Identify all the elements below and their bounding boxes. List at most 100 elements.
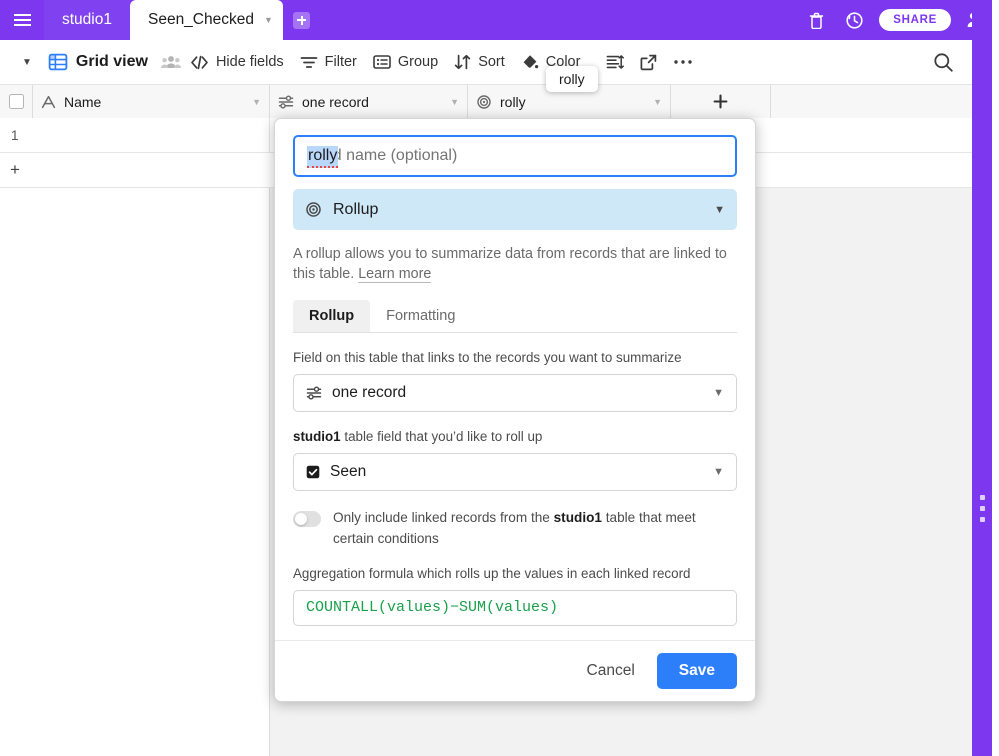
share-button[interactable]: SHARE <box>879 9 951 31</box>
field-name-selected-text: rolly <box>307 146 339 168</box>
toolbar-sort[interactable]: Sort <box>446 50 513 74</box>
grid-left-background <box>0 188 270 756</box>
field-editor-dialog: rolly Rollup ▼ A rollup allows you to su… <box>274 118 756 702</box>
toolbar-label: Group <box>397 54 439 70</box>
right-edge-filler <box>992 0 999 756</box>
toolbar-label: Filter <box>324 54 357 70</box>
toolbar-share-view[interactable] <box>632 50 665 75</box>
rollup-field-value: Seen <box>330 463 367 480</box>
grid-icon <box>48 52 68 72</box>
field-name-tooltip: rolly <box>546 66 598 92</box>
group-icon <box>373 54 391 70</box>
history-icon[interactable] <box>837 0 871 40</box>
rollup-field-icon <box>476 94 492 110</box>
toolbar-more[interactable] <box>665 55 701 69</box>
external-link-icon <box>640 54 657 71</box>
column-header-name[interactable]: Name ▼ <box>33 85 270 118</box>
conditions-text: Only include linked records from the stu… <box>333 507 737 549</box>
search-icon[interactable] <box>933 52 954 73</box>
toolbar-label: Sort <box>478 54 505 70</box>
right-sidebar-strip <box>972 0 992 756</box>
filter-icon <box>300 55 318 70</box>
tab-formatting[interactable]: Formatting <box>370 300 471 332</box>
field-name-input[interactable] <box>293 135 737 177</box>
table-tab-label: Seen_Checked <box>147 11 254 28</box>
sidebar-resize-handle[interactable] <box>973 495 991 522</box>
hide-fields-icon <box>190 55 209 70</box>
toolbar-filter[interactable]: Filter <box>292 50 365 74</box>
rollup-field-label: studio1 table field that you’d like to r… <box>293 428 737 446</box>
dialog-footer: Cancel Save <box>275 640 755 701</box>
field-type-description: A rollup allows you to summarize data fr… <box>293 244 737 284</box>
column-header-label: Name <box>64 93 102 110</box>
view-toolbar: ▼ Grid view Hide fields Filter Group Sor… <box>0 40 972 85</box>
field-name-wrapper: rolly <box>293 135 737 177</box>
chevron-down-icon[interactable]: ▼ <box>653 97 662 107</box>
view-selector[interactable]: Grid view <box>48 52 148 72</box>
rollup-field-icon <box>305 201 322 218</box>
table-tab-label: studio1 <box>62 11 112 28</box>
airtable-app: studio1 Seen_Checked ▼ SHARE ▼ Grid view… <box>0 0 999 756</box>
grid-header-filler <box>771 85 972 118</box>
table-tab-seen-checked[interactable]: Seen_Checked ▼ <box>129 0 283 40</box>
collaborators-icon[interactable] <box>160 54 182 70</box>
link-field-select[interactable]: one record ▼ <box>293 374 737 412</box>
field-type-selector[interactable]: Rollup ▼ <box>293 189 737 230</box>
plus-icon[interactable]: + <box>0 160 33 180</box>
link-field-label: Field on this table that links to the re… <box>293 350 682 365</box>
add-table-button[interactable] <box>283 0 321 40</box>
table-tab-studio1[interactable]: studio1 <box>44 0 130 40</box>
text-field-icon <box>41 95 56 109</box>
cancel-button[interactable]: Cancel <box>575 654 647 688</box>
plus-square-icon <box>293 11 311 29</box>
chevron-down-icon[interactable]: ▼ <box>713 466 724 478</box>
row-number: 1 <box>11 128 19 143</box>
save-button[interactable]: Save <box>656 653 737 689</box>
grid-header-row: Name ▼ one record ▼ rolly ▼ <box>0 85 972 118</box>
formula-input[interactable]: COUNTALL(values)−SUM(values) <box>293 590 737 626</box>
view-name: Grid view <box>75 53 148 70</box>
conditions-toggle[interactable] <box>293 511 321 527</box>
row-height-icon <box>606 54 625 70</box>
checkbox-icon <box>8 94 24 109</box>
column-header-label: rolly <box>500 93 526 110</box>
color-icon <box>521 54 539 71</box>
column-header-one-record[interactable]: one record ▼ <box>270 85 468 118</box>
dialog-tabs: Rollup Formatting <box>293 300 737 333</box>
checkbox-field-icon <box>306 465 320 479</box>
rollup-field-select[interactable]: Seen ▼ <box>293 453 737 491</box>
plus-icon <box>713 94 728 109</box>
chevron-down-icon[interactable]: ▼ <box>252 97 261 107</box>
conditions-text-before: Only include linked records from the <box>333 510 554 525</box>
rollup-field-label-rest: table field that you’d like to roll up <box>340 429 543 444</box>
chevron-down-icon[interactable]: ▼ <box>450 97 459 107</box>
column-header-label: one record <box>302 93 369 110</box>
conditions-row: Only include linked records from the stu… <box>293 507 737 549</box>
hamburger-icon[interactable] <box>0 0 44 40</box>
chevron-down-icon[interactable]: ▼ <box>713 387 724 399</box>
select-all-checkbox[interactable] <box>0 85 33 118</box>
more-horizontal-icon <box>673 59 693 65</box>
learn-more-link[interactable]: Learn more <box>358 266 432 283</box>
link-field-value: one record <box>332 384 407 401</box>
top-bar-actions: SHARE <box>799 0 999 40</box>
sort-icon <box>454 54 471 70</box>
chevron-down-icon[interactable]: ▼ <box>714 204 725 216</box>
chevron-down-icon[interactable]: ▼ <box>264 15 273 25</box>
rollup-field-label-table: studio1 <box>293 429 341 444</box>
link-field-icon <box>278 95 294 109</box>
cell-name[interactable] <box>33 118 270 153</box>
tab-rollup[interactable]: Rollup <box>293 300 371 332</box>
conditions-text-table: studio1 <box>553 510 602 525</box>
sidebar-toggle-caret-icon[interactable]: ▼ <box>18 53 36 72</box>
toolbar-group[interactable]: Group <box>365 50 446 74</box>
trash-icon[interactable] <box>799 0 833 40</box>
formula-label: Aggregation formula which rolls up the v… <box>293 566 691 581</box>
field-type-label: Rollup <box>333 200 379 218</box>
toolbar-label: Hide fields <box>215 54 284 70</box>
toolbar-row-height[interactable] <box>598 50 632 74</box>
top-bar: studio1 Seen_Checked ▼ SHARE <box>0 0 999 40</box>
add-field-button[interactable] <box>671 85 771 118</box>
toolbar-hide-fields[interactable]: Hide fields <box>182 50 292 74</box>
link-field-icon <box>306 386 322 400</box>
